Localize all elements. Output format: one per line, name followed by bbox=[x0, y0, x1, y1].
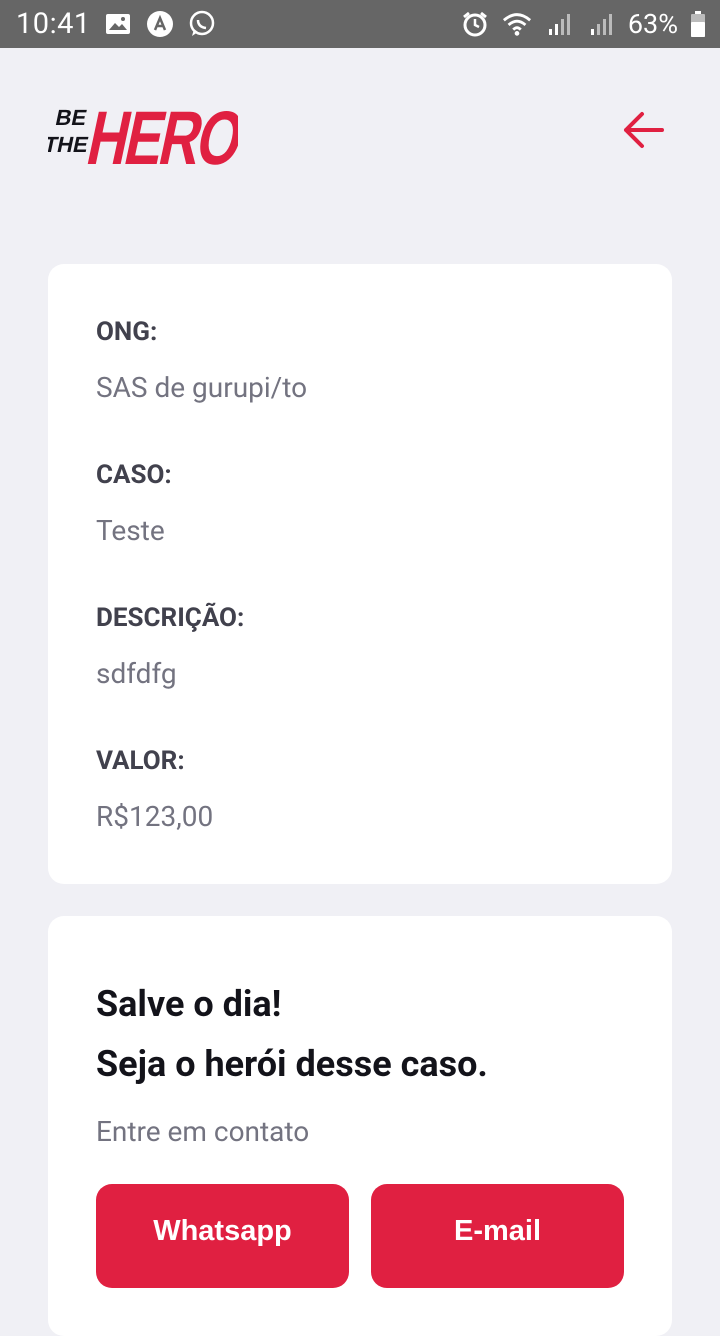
status-bar-left: 10:41 bbox=[16, 7, 217, 41]
description-value: sdfdfg bbox=[96, 657, 177, 690]
signal-icon bbox=[544, 9, 574, 39]
whatsapp-button[interactable]: Whatsapp bbox=[96, 1184, 349, 1288]
logo-text-hero: HERO bbox=[80, 96, 238, 171]
image-icon bbox=[103, 9, 133, 39]
description-label: DESCRIÇÃO: bbox=[96, 603, 245, 633]
email-button[interactable]: E-mail bbox=[371, 1184, 624, 1288]
value-label: VALOR: bbox=[96, 746, 185, 776]
value-amount: R$123,00 bbox=[96, 800, 214, 833]
battery-icon bbox=[690, 9, 706, 39]
whatsapp-icon bbox=[187, 9, 217, 39]
case-label: CASO: bbox=[96, 460, 172, 490]
status-bar-right: 63% bbox=[460, 8, 706, 40]
contact-description: Entre em contato bbox=[96, 1115, 310, 1148]
status-bar: 10:41 63% bbox=[0, 0, 720, 48]
contact-title-line1: Salve o dia! bbox=[96, 983, 282, 1025]
logo-text-the: THE bbox=[48, 132, 91, 157]
ong-value: SAS de gurupi/to bbox=[96, 371, 308, 404]
ong-label: ONG: bbox=[96, 317, 158, 347]
logo-text-be: BE bbox=[53, 105, 89, 130]
contact-actions: Whatsapp E-mail bbox=[96, 1184, 624, 1288]
header: BE THE HERO bbox=[48, 88, 672, 172]
status-time: 10:41 bbox=[16, 7, 91, 41]
alarm-icon bbox=[460, 9, 490, 39]
battery-percent: 63% bbox=[627, 8, 678, 40]
contact-title-line2: Seja o herói desse caso. bbox=[96, 1043, 488, 1085]
contact-card: Salve o dia! Seja o herói desse caso. En… bbox=[48, 916, 672, 1336]
be-the-hero-logo: BE THE HERO bbox=[48, 89, 238, 171]
wifi-icon bbox=[502, 9, 532, 39]
incident-card: ONG: SAS de gurupi/to CASO: Teste DESCRI… bbox=[48, 264, 672, 884]
arrow-left-icon bbox=[624, 112, 664, 148]
case-value: Teste bbox=[96, 514, 165, 547]
back-button[interactable] bbox=[616, 102, 672, 158]
app-icon bbox=[145, 9, 175, 39]
signal-icon bbox=[586, 9, 616, 39]
